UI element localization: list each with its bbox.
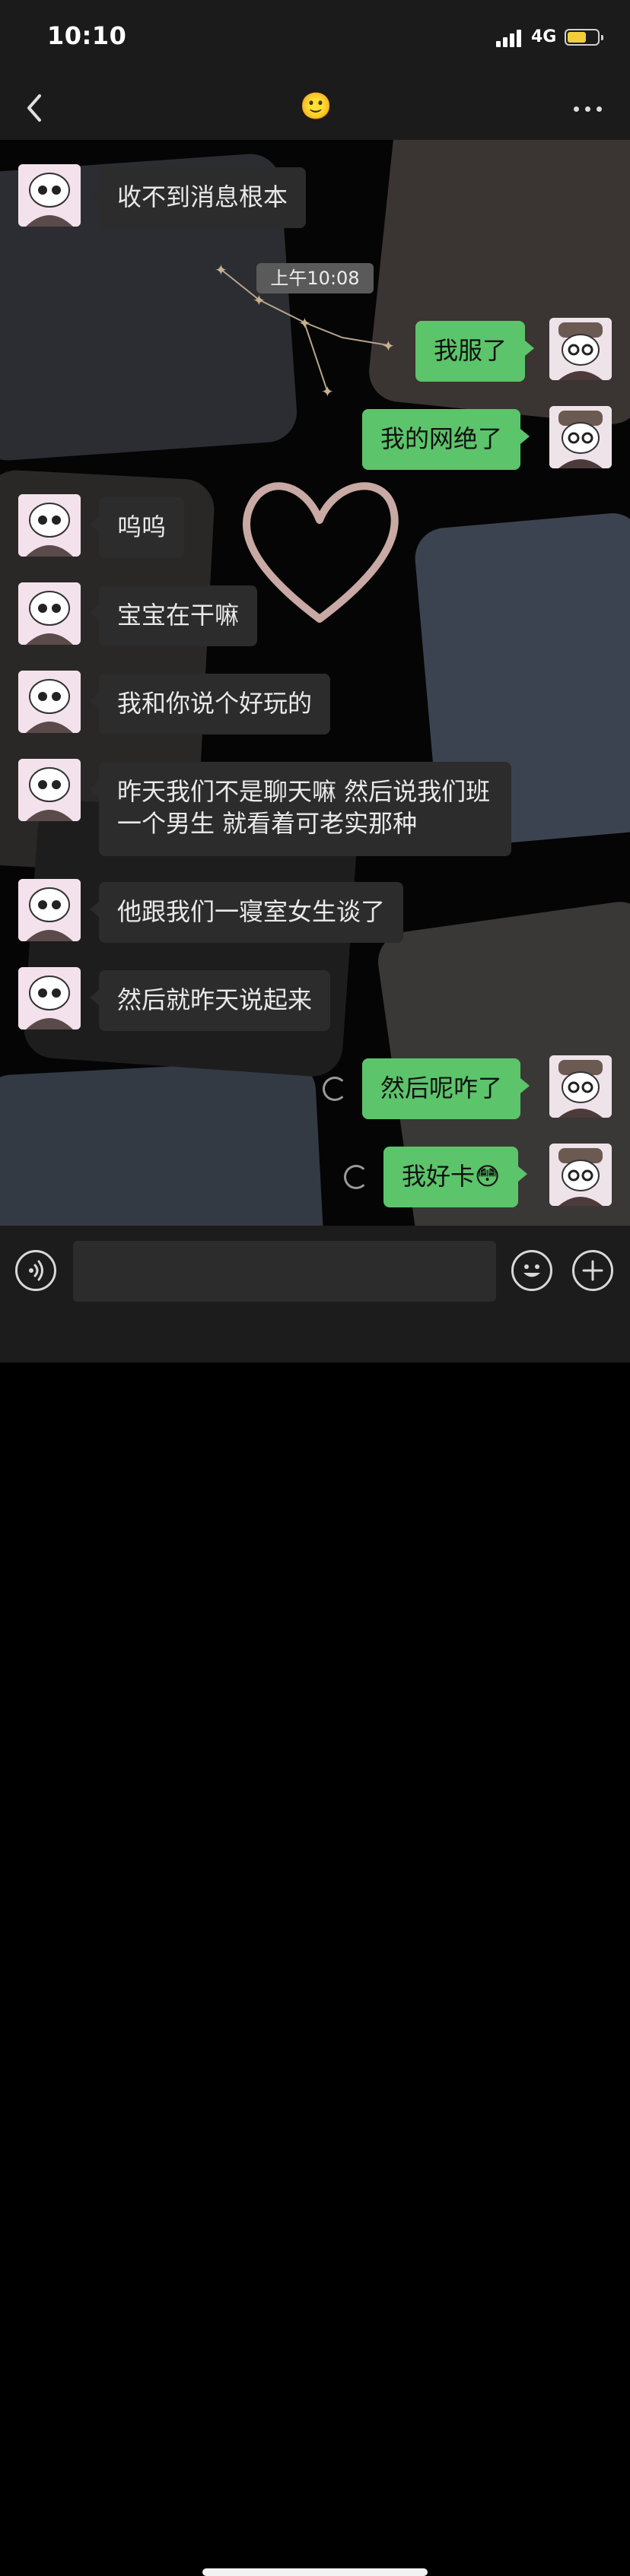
home-indicator[interactable] — [202, 2568, 428, 2576]
incoming-message-bubble[interactable]: 昨天我们不是聊天嘛 然后说我们班一个男生 就看着可老实那种 — [90, 762, 511, 856]
svg-text:✦: ✦ — [215, 261, 228, 279]
contact-avatar[interactable] — [18, 164, 81, 227]
message-timestamp: 上午10:08 — [256, 263, 374, 293]
contact-avatar[interactable] — [18, 494, 81, 557]
battery-icon — [565, 29, 603, 46]
chat-area[interactable]: ✦ ✦ ✦ ✦ ✦ 上午10:08 收不到消息根本 我服了 我的网绝了 呜呜 宝… — [0, 140, 630, 1226]
emoji-button[interactable] — [511, 1250, 552, 1291]
plus-button[interactable] — [572, 1250, 613, 1291]
status-bar: 10:10 4G — [0, 0, 630, 76]
my-avatar[interactable] — [549, 318, 612, 380]
contact-avatar[interactable] — [18, 967, 81, 1029]
incoming-message-bubble[interactable]: 他跟我们一寝室女生谈了 — [89, 882, 404, 943]
contact-avatar[interactable] — [18, 671, 81, 733]
chat-title-emoji: 🙂 — [300, 91, 332, 122]
plus-icon — [582, 1260, 603, 1281]
incoming-message-bubble[interactable]: 收不到消息根本 — [89, 167, 307, 228]
outgoing-message-bubble[interactable]: 我的网绝了 — [362, 409, 530, 470]
contact-avatar[interactable] — [18, 879, 81, 941]
my-avatar[interactable] — [549, 1055, 612, 1118]
contact-avatar[interactable] — [18, 582, 81, 645]
signal-icon — [496, 29, 523, 47]
smiley-icon — [523, 1264, 540, 1277]
svg-text:✦: ✦ — [382, 337, 395, 355]
outgoing-message-bubble[interactable]: 我好卡😳 — [383, 1147, 528, 1207]
status-time: 10:10 — [47, 21, 127, 50]
outgoing-message-bubble[interactable]: 我服了 — [415, 321, 535, 382]
incoming-message-bubble[interactable]: 呜呜 — [89, 497, 185, 558]
background-photo — [0, 1058, 325, 1226]
contact-avatar[interactable] — [18, 759, 81, 821]
more-button[interactable] — [569, 93, 607, 123]
voice-icon — [29, 1260, 43, 1281]
my-avatar[interactable] — [549, 1144, 612, 1206]
chat-nav-bar: 🙂 — [0, 76, 630, 140]
svg-text:✦: ✦ — [321, 382, 334, 401]
incoming-message-bubble[interactable]: 宝宝在干嘛 — [89, 585, 258, 646]
network-label: 4G — [531, 27, 557, 46]
svg-text:✦: ✦ — [253, 291, 266, 309]
incoming-message-bubble[interactable]: 我和你说个好玩的 — [89, 674, 331, 734]
svg-text:✦: ✦ — [298, 314, 311, 332]
incoming-message-bubble[interactable]: 然后就昨天说起来 — [89, 970, 331, 1031]
voice-button[interactable] — [15, 1250, 56, 1291]
chevron-left-icon — [27, 94, 41, 122]
my-avatar[interactable] — [549, 406, 612, 468]
sending-spinner-icon — [323, 1077, 347, 1101]
outgoing-message-bubble[interactable]: 然后呢咋了 — [362, 1058, 530, 1119]
message-input[interactable] — [73, 1241, 496, 1302]
input-bar — [0, 1226, 630, 2576]
back-button[interactable] — [21, 91, 52, 125]
sending-spinner-icon — [344, 1165, 368, 1189]
